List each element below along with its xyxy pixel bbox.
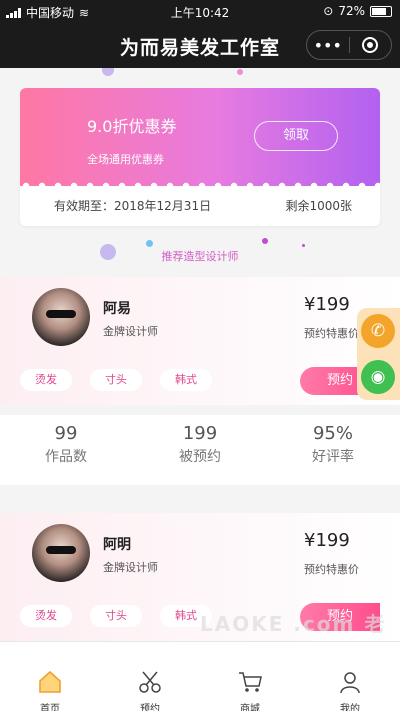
tab-bar: 首页 预约 商城 我的 — [0, 641, 400, 711]
tag-buzz-cut[interactable]: 寸头 — [90, 369, 142, 391]
tag-korean[interactable]: 韩式 — [160, 369, 212, 391]
status-bar: 中国移动 ≋ 上午10:42 ⊙ 72% — [0, 0, 400, 22]
designer-card[interactable]: 阿易 金牌设计师 ¥199 预约特惠价 烫发 寸头 韩式 预约 — [0, 277, 400, 405]
decor-dot — [146, 240, 153, 247]
price-label: 预约特惠价 — [304, 327, 359, 340]
tab-label: 商城 — [240, 704, 260, 711]
tag-buzz-cut[interactable]: 寸头 — [90, 605, 142, 627]
avatar — [32, 288, 90, 346]
more-dots-icon: ••• — [313, 35, 342, 55]
stat-label: 作品数 — [45, 449, 87, 465]
tab-label: 我的 — [340, 704, 360, 711]
more-button[interactable]: ••• — [307, 31, 349, 59]
stat-num: 95% — [312, 423, 353, 444]
designer-title: 金牌设计师 — [103, 325, 158, 338]
tab-mall[interactable]: 商城 — [200, 642, 300, 711]
user-icon — [340, 672, 360, 694]
phone-button[interactable]: ✆ — [361, 314, 395, 348]
stat-label: 被预约 — [179, 449, 221, 465]
close-miniprogram-button[interactable] — [350, 31, 392, 59]
price: ¥199 — [304, 294, 350, 315]
price-label: 预约特惠价 — [304, 563, 359, 576]
price: ¥199 — [304, 530, 350, 551]
battery-icon — [370, 5, 392, 17]
stat-num: 199 — [182, 423, 218, 444]
coupon-desc: 全场通用优惠券 — [87, 153, 164, 166]
target-icon — [362, 37, 379, 53]
designer-stats: 99 作品数 199 被预约 95% 好评率 — [0, 415, 400, 485]
tab-home[interactable]: 首页 — [0, 642, 100, 711]
tab-booking[interactable]: 预约 — [100, 642, 200, 711]
coupon-card: 9.0折优惠券 全场通用优惠券 领取 有效期至：2018年12月31日 剩余10… — [20, 88, 380, 226]
wechat-button[interactable]: ◉ — [361, 360, 395, 394]
nav-bar: 为而易美发工作室 ••• — [0, 22, 400, 68]
decor-dot — [302, 244, 305, 247]
tab-label: 预约 — [140, 704, 160, 711]
contact-float-bar: ✆ ◉ — [357, 308, 400, 400]
coupon-name: 9.0折优惠券 — [87, 117, 177, 136]
tab-label: 首页 — [40, 704, 60, 711]
stat-num: 99 — [54, 423, 78, 444]
tag-perm[interactable]: 烫发 — [20, 369, 72, 391]
wechat-icon: ◉ — [370, 367, 386, 387]
cart-icon — [239, 672, 262, 692]
section-title: 推荐造型设计师 — [161, 250, 239, 263]
designer-name: 阿明 — [103, 537, 131, 553]
rotation-lock-icon: ⊙ — [323, 4, 334, 18]
miniprogram-capsule: ••• — [306, 30, 392, 60]
main-content[interactable]: 9.0折优惠券 全场通用优惠券 领取 有效期至：2018年12月31日 剩余10… — [0, 68, 400, 641]
tag-perm[interactable]: 烫发 — [20, 605, 72, 627]
decor-dot — [262, 238, 268, 244]
stat-label: 好评率 — [312, 449, 354, 465]
coupon-remaining: 剩余1000张 — [285, 199, 352, 213]
top-decoration — [102, 68, 243, 76]
tab-mine[interactable]: 我的 — [300, 642, 400, 711]
scissors-icon — [139, 671, 161, 693]
battery-percent: 72% — [338, 4, 365, 18]
claim-coupon-button[interactable]: 领取 — [254, 121, 338, 151]
coupon-valid-date: 有效期至：2018年12月31日 — [54, 199, 212, 213]
home-icon — [39, 670, 61, 693]
phone-icon: ✆ — [370, 321, 386, 341]
avatar — [32, 524, 90, 582]
designer-title: 金牌设计师 — [103, 561, 158, 574]
designer-name: 阿易 — [103, 301, 131, 317]
